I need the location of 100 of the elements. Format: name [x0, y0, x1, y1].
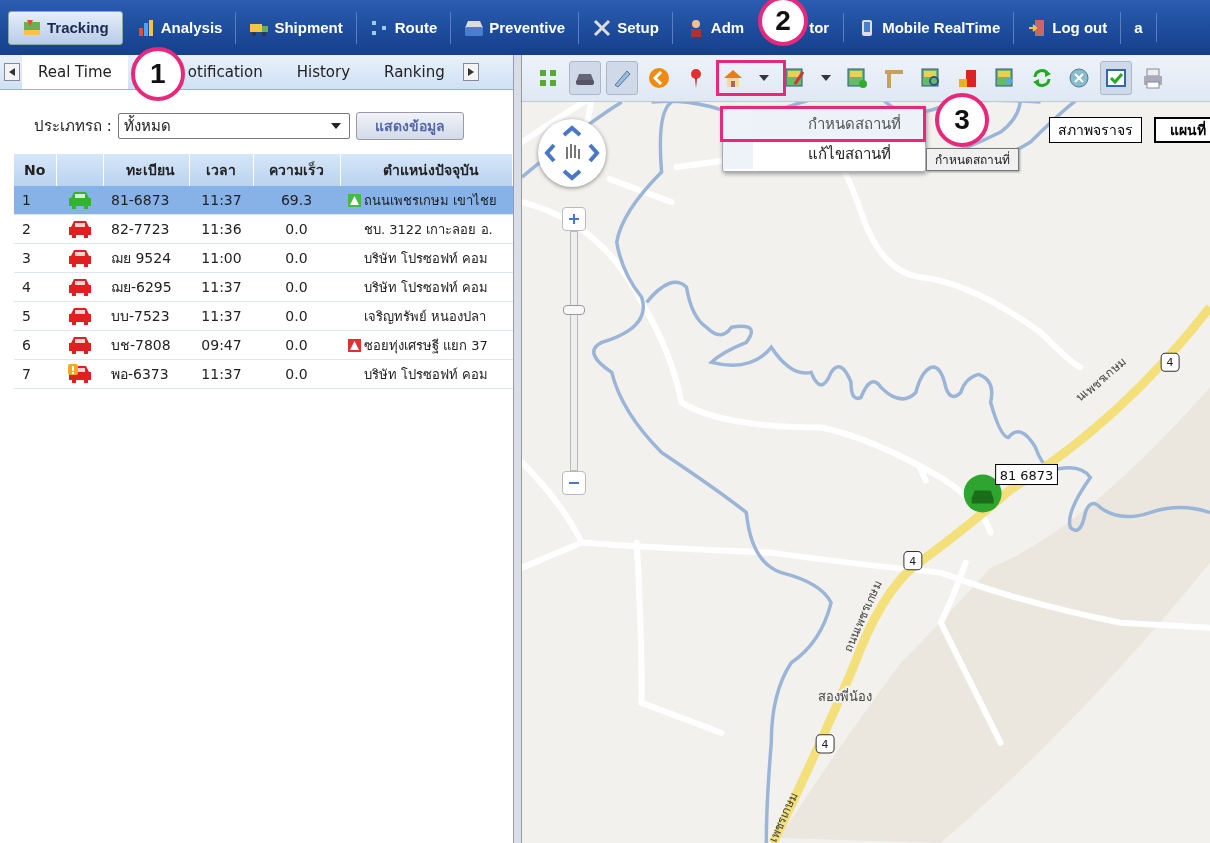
mute-icon — [1067, 66, 1091, 90]
vehicle-row[interactable]: 3 ฌย 9524 11:00 0.0 บริษัท โปรซอฟท์ คอม — [14, 244, 513, 273]
map-add-icon — [845, 66, 869, 90]
table-cell: 11:00 — [201, 250, 242, 266]
table-cell-text: บช-7808 — [111, 336, 171, 355]
table-cell: 4 — [22, 279, 31, 295]
table-cell: 0.0 — [285, 221, 308, 237]
table-cell: 69.3 — [280, 192, 313, 208]
table-cell-text: ถนนเพชรเกษม เขาไชย — [364, 191, 498, 210]
show-data-button[interactable]: แสดงข้อมูล — [355, 112, 464, 140]
vehicle-label: 81 6873 — [995, 464, 1058, 485]
zoom-slider[interactable] — [563, 231, 585, 471]
table-cell-text: บริษัท โปรซอฟท์ คอม — [364, 365, 489, 384]
table-cell: 11:36 — [201, 221, 242, 237]
table-cell: 09:47 — [201, 337, 242, 353]
map-edit-icon — [783, 66, 807, 90]
table-cell-text: ชบ. 3122 เกาะลอย อ. — [364, 220, 493, 239]
vehicle-row[interactable]: 5 บบ-7523 11:37 0.0 เจริญทรัพย์ หนองปลา — [14, 302, 513, 331]
printer-icon — [1141, 66, 1165, 90]
table-cell: 5 — [22, 308, 31, 324]
menu-tab[interactable]: Log out — [1014, 11, 1122, 44]
menu-item[interactable]: กำหนดสถานที่ — [723, 109, 923, 139]
car-tool-button[interactable] — [569, 61, 601, 95]
map-layer-button[interactable]: สภาพจราจร — [1049, 117, 1142, 143]
table-cell: 0.0 — [285, 337, 308, 353]
menu-tab[interactable]: Setup — [579, 11, 673, 44]
table-cell: 0.0 — [285, 279, 308, 295]
menu-tab[interactable]: Analysis — [122, 11, 237, 44]
table-cell: 3 — [22, 250, 31, 266]
tag-tool-button[interactable] — [606, 61, 638, 95]
plus-icon — [569, 214, 579, 224]
scroll-left-button[interactable] — [4, 63, 20, 81]
scroll-right-button[interactable] — [462, 63, 479, 81]
table-cell: 1 — [22, 192, 31, 208]
vehicle-type-label: ประเภทรถ : — [34, 116, 112, 137]
table-cell-text: เจริญทรัพย์ หนองปลา — [364, 307, 487, 326]
table-cell-text: ซอยทุ่งเศรษฐี แยก 37 — [364, 336, 488, 356]
table-cell-text: ฌย-6295 — [111, 278, 172, 297]
road-shield: 4 — [903, 551, 923, 571]
highlight-frame — [716, 60, 786, 96]
vehicle-row[interactable]: 4 ฌย-6295 11:37 0.0 บริษัท โปรซอฟท์ คอม — [14, 273, 513, 302]
panel-splitter[interactable] — [514, 55, 522, 843]
column-header: ทะเบียน — [125, 161, 175, 180]
zoom-out-button[interactable] — [562, 471, 586, 495]
step-callout: 2 — [758, 0, 809, 46]
menu-tab-label[interactable]: tor — [809, 13, 845, 42]
menu-tab[interactable]: Mobile RealTime — [844, 11, 1015, 44]
road-shield: 4 — [815, 734, 835, 754]
menu-tab[interactable]: a — [1121, 13, 1157, 42]
minus-icon — [569, 481, 579, 485]
table-cell-text: ฌย 9524 — [111, 249, 172, 268]
checkbox-icon — [1104, 66, 1128, 90]
vehicle-type-dropdown[interactable]: ทั้งหมด — [117, 113, 350, 139]
table-cell: 2 — [22, 221, 31, 237]
table-cell-text: บริษัท โปรซอฟท์ คอม — [364, 249, 489, 268]
menu-tab[interactable]: Preventive — [451, 11, 580, 44]
table-cell-text: พอ-6373 — [111, 365, 169, 384]
step-callout: 1 — [130, 47, 185, 101]
zoom-slider-thumb[interactable] — [563, 304, 585, 315]
tools-icon — [592, 17, 613, 38]
table-cell: 11:37 — [201, 192, 242, 208]
table-cell: 0.0 — [285, 366, 308, 382]
menu-tab[interactable]: Tracking — [8, 10, 123, 45]
column-header: No — [24, 162, 46, 178]
column-header: ความเร็ว — [269, 160, 325, 180]
panel-tab[interactable]: Ranking — [368, 55, 461, 89]
vehicle-row[interactable]: 1 81-6873 11:37 69.3 ถนนเพชรเกษม เขาไชย — [14, 186, 513, 215]
vehicle-row[interactable]: 6 บช-7808 09:47 0.0 ซอยทุ่งเศรษฐี แยก 37 — [14, 331, 513, 360]
map-icon — [22, 17, 42, 38]
table-cell: 11:37 — [201, 279, 242, 295]
table-cell: 0.0 — [285, 308, 308, 324]
column-header: ตำแหน่งปัจจุบัน — [382, 161, 479, 181]
table-cell: 81-6873 — [111, 192, 170, 208]
panel-tab[interactable]: History — [280, 55, 367, 89]
vehicle-marker[interactable] — [963, 474, 1002, 513]
table-cell-text: บบ-7523 — [111, 307, 170, 326]
menu-tab[interactable]: Adm — [672, 11, 758, 44]
table-cell: 82-7723 — [111, 221, 170, 237]
menu-tab[interactable]: Route — [356, 11, 452, 44]
menu-tab[interactable]: Shipment — [236, 11, 357, 44]
table-cell: 0.0 — [285, 250, 308, 266]
right-arrow-icon — [467, 68, 474, 76]
check-tool-button[interactable] — [1100, 61, 1132, 95]
vehicle-row[interactable]: 7 พอ-6373 11:37 0.0 บริษัท โปรซอฟท์ คอม — [14, 360, 513, 389]
panel-tab[interactable]: otification — [187, 55, 279, 89]
road-shield: 4 — [1160, 352, 1180, 372]
table-cell: 11:37 — [201, 308, 242, 324]
caret-icon — [759, 75, 769, 81]
column-header: เวลา — [206, 161, 237, 180]
vehicle-row[interactable]: 2 82-7723 11:36 0.0 ชบ. 3122 เกาะลอย อ. — [14, 215, 513, 244]
pan-arrows-icon — [542, 123, 602, 183]
table-cell: 6 — [22, 337, 31, 353]
caret-icon — [330, 123, 341, 129]
left-arrow-icon — [9, 68, 15, 76]
table-cell-text: บริษัท โปรซอฟท์ คอม — [364, 278, 489, 297]
panel-tab[interactable]: Real Time — [22, 55, 128, 89]
table-cell: 7 — [22, 366, 31, 382]
map-layer-button[interactable]: แผนที่ — [1154, 117, 1210, 143]
zoom-in-button[interactable] — [562, 207, 586, 231]
table-cell: 11:37 — [201, 366, 242, 382]
